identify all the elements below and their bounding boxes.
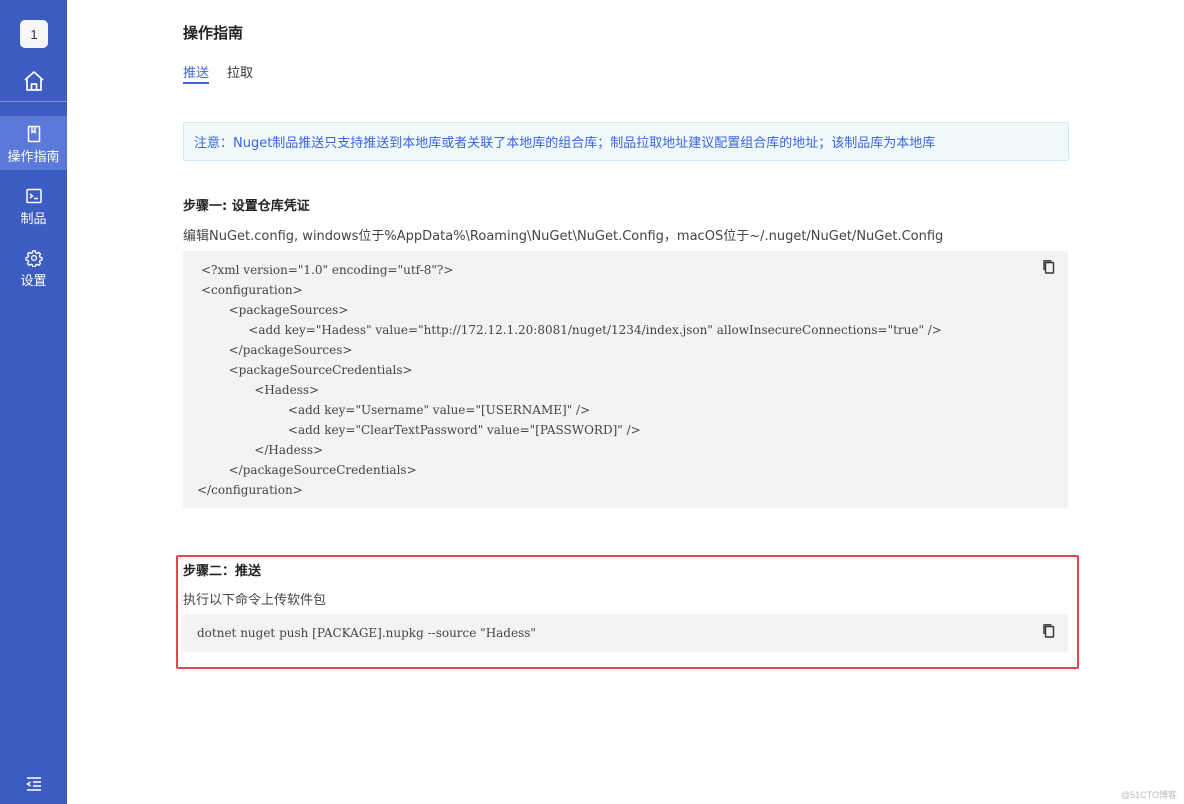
code-line: <packageSources> (221, 303, 349, 317)
code-line: </configuration> (197, 483, 303, 497)
step1-description: 编辑NuGet.config, windows位于%AppData%\Roami… (183, 229, 944, 244)
gear-icon (24, 250, 43, 267)
code-line: <add key="Hadess" value="http://172.12.1… (233, 323, 942, 337)
tab-pull[interactable]: 拉取 (227, 62, 253, 81)
code-line: </packageSourceCredentials> (221, 463, 417, 477)
config-code-block[interactable]: <?xml version="1.0" encoding="utf-8"?> <… (183, 251, 1068, 508)
menu-collapse-icon[interactable] (25, 775, 43, 793)
copy-icon[interactable] (1042, 259, 1056, 275)
code-line: <packageSourceCredentials> (221, 363, 413, 377)
page-title: 操作指南 (183, 24, 244, 42)
sidebar-item-settings[interactable]: 设置 (0, 240, 67, 294)
notice-text: 注意：Nuget制品推送只支持推送到本地库或者关联了本地库的组合库；制品拉取地址… (194, 136, 936, 151)
sidebar-item-artifacts[interactable]: 制品 (0, 178, 67, 232)
sidebar-item-label: 设置 (20, 274, 47, 289)
code-line: <configuration> (201, 283, 303, 297)
code-line: <?xml version="1.0" encoding="utf-8"?> (201, 263, 454, 277)
sidebar-divider (0, 101, 67, 102)
code-line: <add key="Username" value="[USERNAME]" /… (265, 403, 591, 417)
sidebar-item-guide[interactable]: 操作指南 (0, 116, 67, 170)
book-icon (27, 125, 40, 143)
active-tab-indicator (183, 82, 209, 84)
home-icon[interactable] (22, 69, 46, 93)
code-line: <add key="ClearTextPassword" value="[PAS… (265, 423, 641, 437)
terminal-icon (25, 188, 42, 204)
tab-push[interactable]: 推送 (183, 62, 209, 81)
code-line: </Hadess> (239, 443, 324, 457)
step1-title: 步骤一: 设置仓库凭证 (183, 199, 310, 214)
watermark: @51CTO博客 (1121, 790, 1177, 800)
sidebar-item-label: 操作指南 (7, 150, 60, 165)
workspace-badge[interactable]: 1 (20, 20, 48, 48)
sidebar: 1 操作指南 制品 设置 (0, 0, 67, 804)
notice-banner: 注意：Nuget制品推送只支持推送到本地库或者关联了本地库的组合库；制品拉取地址… (183, 122, 1069, 161)
code-line: <Hadess> (239, 383, 320, 397)
code-line: </packageSources> (221, 343, 353, 357)
sidebar-item-label: 制品 (20, 212, 47, 227)
highlight-annotation-box (176, 555, 1079, 669)
